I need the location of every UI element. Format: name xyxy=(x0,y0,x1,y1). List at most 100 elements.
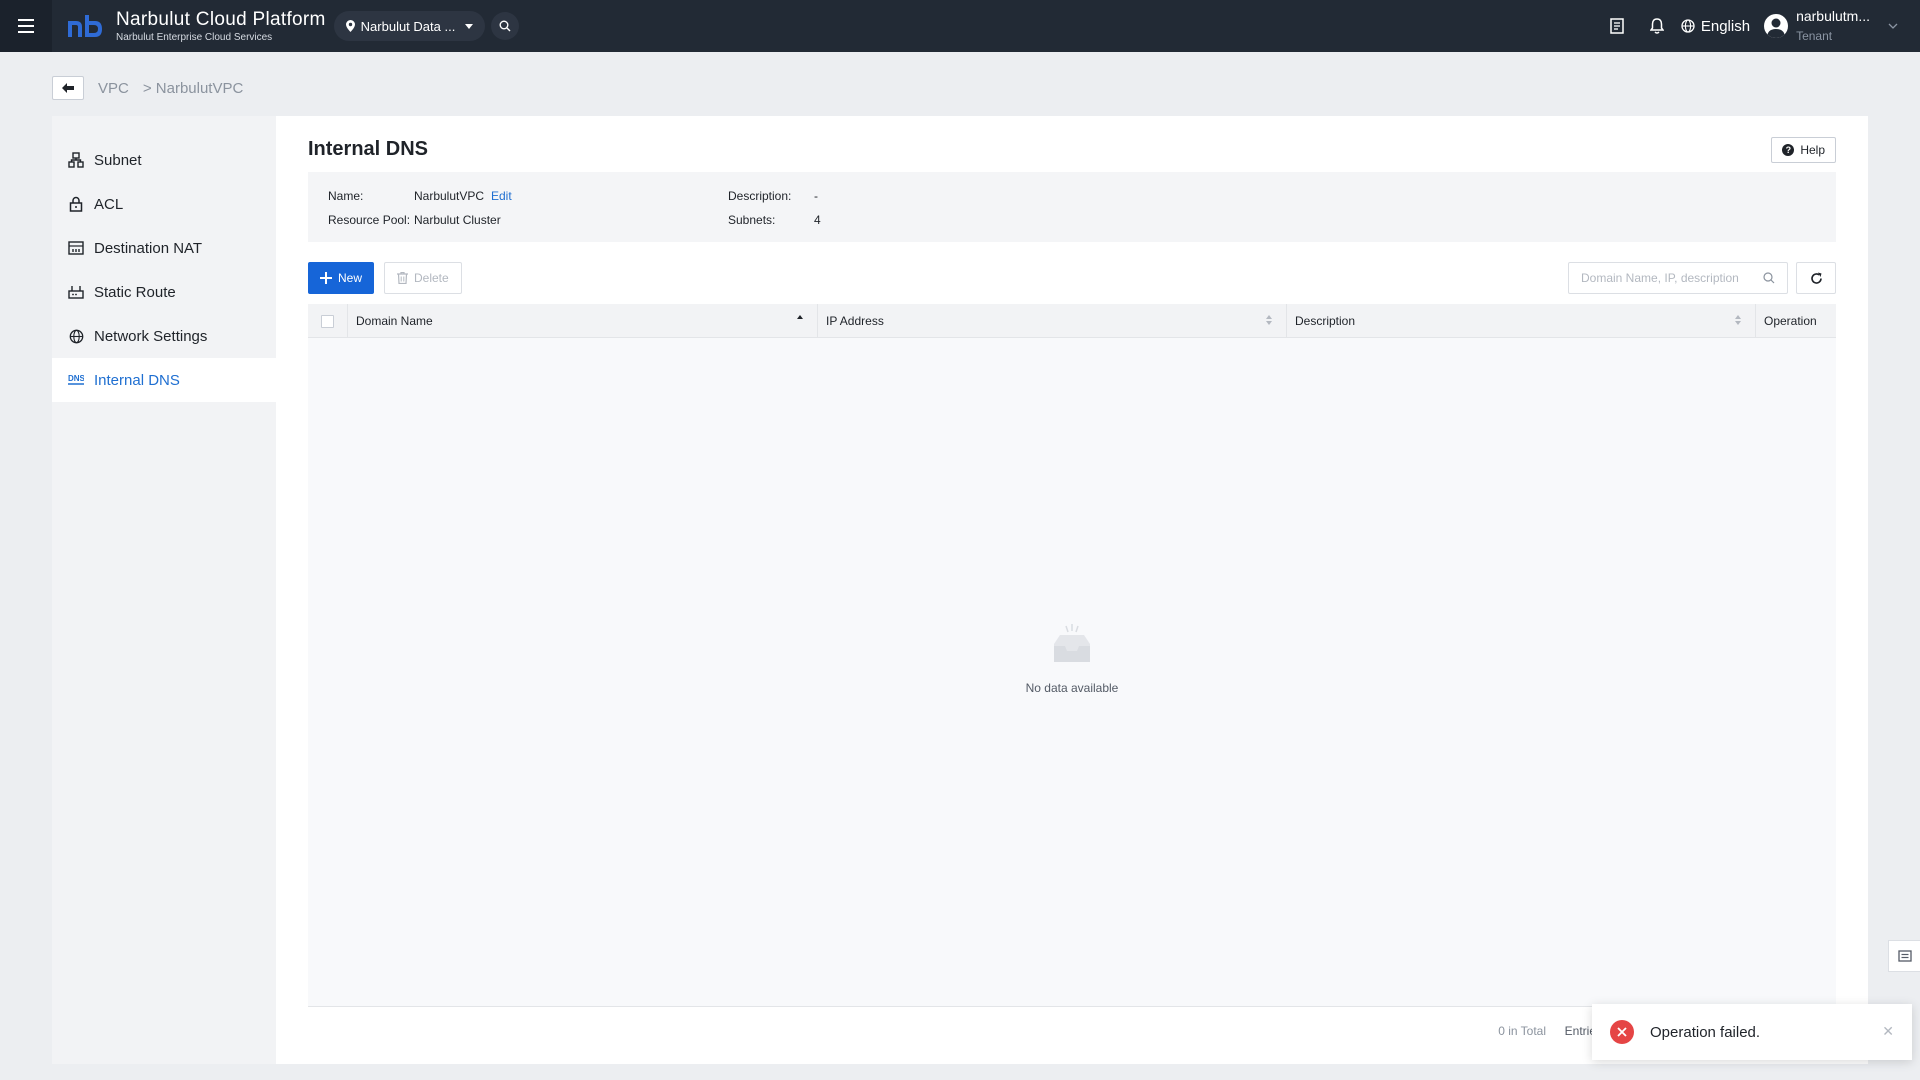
help-label: Help xyxy=(1800,143,1825,157)
delete-label: Delete xyxy=(414,271,449,285)
region-label: Narbulut Data ... xyxy=(360,18,456,34)
sort-icon xyxy=(1266,315,1272,325)
toast-message: Operation failed. xyxy=(1650,1023,1761,1041)
tasks-button[interactable] xyxy=(1597,0,1637,52)
user-icon xyxy=(1767,18,1786,38)
floating-panel-toggle[interactable] xyxy=(1888,940,1920,972)
sidebar: Subnet ACL Destination NAT Static Route … xyxy=(52,116,276,1064)
sidebar-item-label: Network Settings xyxy=(94,327,208,345)
globe-icon xyxy=(1681,19,1695,33)
column-label: Description xyxy=(1295,314,1356,328)
notifications-button[interactable] xyxy=(1637,0,1677,52)
hamburger-menu-button[interactable] xyxy=(0,0,52,52)
sort-icon xyxy=(797,315,803,319)
table-search xyxy=(1568,262,1788,294)
user-menu[interactable]: narbulutm... Tenant xyxy=(1764,8,1898,43)
content-card: Subnet ACL Destination NAT Static Route … xyxy=(52,116,1868,1064)
trash-icon xyxy=(397,272,408,284)
column-description[interactable]: Description xyxy=(1287,304,1756,338)
back-button[interactable] xyxy=(52,76,84,100)
subnet-icon xyxy=(68,152,84,168)
app-subtitle: Narbulut Enterprise Cloud Services xyxy=(116,31,273,43)
error-toast: Operation failed. ✕ xyxy=(1592,1004,1912,1060)
plus-icon xyxy=(320,272,332,284)
breadcrumb-vpc[interactable]: VPC xyxy=(98,80,129,97)
column-ip-address[interactable]: IP Address xyxy=(818,304,1287,338)
breadcrumb-separator: > xyxy=(142,79,152,97)
empty-inbox-icon xyxy=(1054,624,1090,662)
search-input[interactable] xyxy=(1581,271,1761,285)
subnets-value: 4 xyxy=(814,213,821,227)
delete-button[interactable]: Delete xyxy=(384,262,462,294)
page-title: Internal DNS xyxy=(308,138,429,160)
close-icon[interactable]: ✕ xyxy=(1882,1023,1894,1040)
resource-pool-label: Resource Pool: xyxy=(328,213,411,227)
user-role: Tenant xyxy=(1796,28,1833,43)
language-label: English xyxy=(1700,17,1751,35)
dns-table: Domain Name IP Address Description Opera… xyxy=(308,304,1836,1006)
svg-text:DNS: DNS xyxy=(68,374,84,383)
error-icon xyxy=(1610,1020,1634,1044)
search-icon xyxy=(499,20,511,32)
bell-icon xyxy=(1649,18,1664,34)
sidebar-item-label: Destination NAT xyxy=(94,239,203,257)
edit-name-link[interactable]: Edit xyxy=(491,189,512,203)
chevron-down-icon xyxy=(1888,23,1898,29)
select-all-cell xyxy=(308,304,348,338)
hamburger-icon xyxy=(18,19,34,33)
refresh-icon xyxy=(1810,272,1822,284)
dns-icon: DNS xyxy=(68,372,84,388)
global-search-button[interactable] xyxy=(491,12,520,40)
subnets-label: Subnets: xyxy=(728,213,776,227)
breadcrumb-current: NarbulutVPC xyxy=(155,79,244,97)
empty-text: No data available xyxy=(1025,681,1119,695)
table-header: Domain Name IP Address Description Opera… xyxy=(308,304,1836,338)
avatar xyxy=(1764,13,1789,38)
sidebar-item-subnet[interactable]: Subnet xyxy=(52,138,276,182)
sidebar-item-destination-nat[interactable]: Destination NAT xyxy=(52,226,276,270)
globe-icon xyxy=(68,328,84,344)
sidebar-item-static-route[interactable]: Static Route xyxy=(52,270,276,314)
user-name: narbulutm... xyxy=(1796,8,1870,25)
list-icon xyxy=(1897,950,1912,962)
column-operation: Operation xyxy=(1756,304,1836,338)
sidebar-item-label: Subnet xyxy=(94,151,142,169)
breadcrumb: VPC > NarbulutVPC xyxy=(52,76,243,100)
breadcrumb-item-vpc-name: > NarbulutVPC xyxy=(143,80,243,97)
new-label: New xyxy=(338,271,363,285)
select-all-checkbox[interactable] xyxy=(321,314,334,328)
app-title: Narbulut Cloud Platform xyxy=(116,8,326,30)
sidebar-item-internal-dns[interactable]: DNS Internal DNS xyxy=(52,358,276,402)
sort-icon xyxy=(1735,315,1741,325)
column-domain-name[interactable]: Domain Name xyxy=(348,304,818,338)
name-label: Name: xyxy=(328,189,364,203)
sidebar-item-label: ACL xyxy=(94,195,124,213)
refresh-button[interactable] xyxy=(1796,262,1836,294)
brand-logo[interactable] xyxy=(66,12,104,40)
brand-text: Narbulut Cloud Platform Narbulut Enterpr… xyxy=(116,10,326,43)
sidebar-item-acl[interactable]: ACL xyxy=(52,182,276,226)
help-icon: ? xyxy=(1782,144,1795,156)
vpc-info-panel: Name: NarbulutVPC Edit Resource Pool: Na… xyxy=(308,172,1836,242)
new-button[interactable]: New xyxy=(308,262,375,294)
region-selector[interactable]: Narbulut Data ... xyxy=(333,11,486,41)
description-label: Description: xyxy=(728,189,792,203)
location-pin-icon xyxy=(345,20,355,32)
chevron-down-icon xyxy=(465,23,474,29)
search-icon[interactable] xyxy=(1763,272,1775,284)
sidebar-item-network-settings[interactable]: Network Settings xyxy=(52,314,276,358)
language-selector[interactable]: English xyxy=(1681,18,1750,35)
column-label: IP Address xyxy=(826,314,884,328)
sidebar-item-label: Static Route xyxy=(94,283,176,301)
clipboard-icon xyxy=(1610,18,1624,34)
arrow-left-icon xyxy=(62,83,74,93)
total-count: 0 in Total xyxy=(1498,1024,1546,1038)
resource-pool-value: Narbulut Cluster xyxy=(414,213,501,227)
empty-state: No data available xyxy=(308,624,1836,695)
help-button[interactable]: ? Help xyxy=(1771,137,1836,163)
name-value: NarbulutVPC xyxy=(414,189,485,203)
nat-icon xyxy=(68,240,84,256)
route-icon xyxy=(68,284,84,300)
description-value: - xyxy=(814,189,818,203)
table-toolbar: New Delete xyxy=(308,262,1836,294)
